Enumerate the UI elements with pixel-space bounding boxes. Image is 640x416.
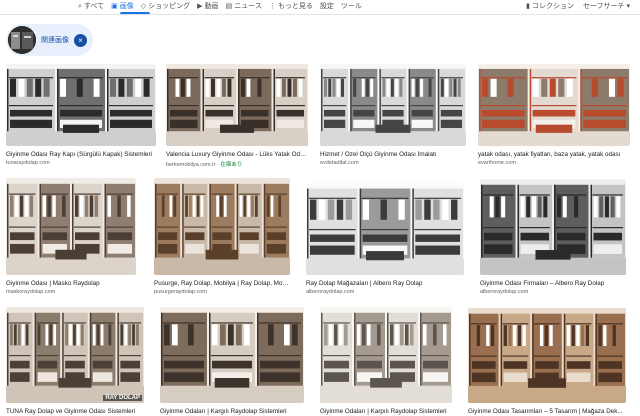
result-caption[interactable]: Giyinme Odası Firmaları – Albero Ray Dol… xyxy=(480,280,626,287)
tab-6[interactable]: 設定 xyxy=(320,1,334,11)
result-watermark: RAY DOLAP xyxy=(103,395,142,401)
result-source: berkemobilya.com.tr · 在庫あり xyxy=(166,160,308,168)
tab-5[interactable]: ⋮ もっと見る xyxy=(269,1,313,11)
result-source-domain: alberoraydolap.com xyxy=(480,289,529,295)
chip-label: 関連画像 xyxy=(41,37,69,44)
safesearch-toggle[interactable]: セーフサーチ ▾ xyxy=(583,1,630,11)
result-thumbnail[interactable] xyxy=(320,64,466,146)
tab-0[interactable]: ⌕ すべて xyxy=(78,1,104,11)
related-images-chip[interactable]: 関連画像 × xyxy=(6,24,93,56)
image-search-page: ⌕ すべて ▣ 画像 ◇ ショッピング ▶ 動画 ▤ ニュース ⋮ もっと見る 設定 ツール ▮ コレクシ… xyxy=(0,0,640,416)
result-thumbnail[interactable]: RAY DOLAP xyxy=(6,307,144,403)
result-caption[interactable]: Giyinme Odası Ray Kapı (Sürgülü Kapak) S… xyxy=(6,151,156,158)
result-thumbnail[interactable] xyxy=(306,183,464,275)
image-result[interactable]: yatak odası, yatak fiyatları, baza yatak… xyxy=(478,64,630,168)
result-caption[interactable]: Giyinme Odası | Masko Raydolap xyxy=(6,280,136,287)
image-result[interactable]: Giyinme Odası Tasarımları – 5 Tasarım | … xyxy=(468,308,626,416)
result-thumbnail[interactable] xyxy=(6,64,156,146)
image-result[interactable]: Giyinme Odası | Masko Raydolap maskoraydo… xyxy=(6,178,136,297)
result-caption[interactable]: Ray Dolap Mağazaları | Albero Ray Dolap xyxy=(306,280,464,287)
result-thumbnail[interactable] xyxy=(480,179,626,275)
result-source: pusurgeraydolap.com xyxy=(154,289,290,295)
result-thumbnail[interactable] xyxy=(468,308,626,403)
result-caption[interactable]: Hizmet / Özel Ölçü Giyinme Odası İmalatı xyxy=(320,151,466,158)
image-result[interactable]: RAY DOLAP TUNA Ray Dolap ve Giyinme Odası… xyxy=(6,307,144,416)
tab-label: 動画 xyxy=(204,3,219,10)
result-source: maskoraydolap.com xyxy=(6,289,136,295)
top-nav: ⌕ すべて ▣ 画像 ◇ ショッピング ▶ 動画 ▤ ニュース ⋮ もっと見る 設定 ツール ▮ コレクシ… xyxy=(0,0,640,14)
result-caption[interactable]: yatak odası, yatak fiyatları, baza yatak… xyxy=(478,151,630,158)
image-icon: ▣ xyxy=(111,2,118,10)
result-source-domain: pusurgeraydolap.com xyxy=(154,289,207,295)
result-source-domain: berkemobilya.com.tr xyxy=(166,162,216,168)
tab-1[interactable]: ▣ 画像 xyxy=(111,1,134,11)
image-result[interactable]: Hizmet / Özel Ölçü Giyinme Odası İmalatı… xyxy=(320,64,466,168)
tab-label: ツール xyxy=(340,3,362,10)
search-icon: ⌕ xyxy=(78,2,82,10)
result-source: evarthome.com xyxy=(478,160,630,166)
tab-label: ショッピング xyxy=(148,3,191,10)
collections-link[interactable]: ▮ コレクション xyxy=(526,1,574,11)
tag-icon: ◇ xyxy=(140,2,147,10)
result-thumbnail[interactable] xyxy=(166,64,308,146)
tab-label: すべて xyxy=(83,3,105,10)
tab-label: 画像 xyxy=(119,3,134,10)
tab-4[interactable]: ▤ ニュース xyxy=(226,1,262,11)
image-result[interactable]: Giyinme Odaları | Karpılı Raydolap Siste… xyxy=(320,307,452,416)
image-result[interactable]: Valencia Luxury Giyinme Odası - Lüks Yat… xyxy=(166,64,308,168)
chip-thumbnail xyxy=(8,26,36,54)
stock-badge: 在庫あり xyxy=(220,162,243,168)
result-thumbnail[interactable] xyxy=(154,178,290,275)
nav-right: ▮ コレクション セーフサーチ ▾ xyxy=(526,1,630,11)
close-icon[interactable]: × xyxy=(74,33,87,47)
image-result[interactable]: Pusurge, Ray Dolap, Mobilya | Ray Dolap,… xyxy=(154,178,290,297)
nav-tabs: ⌕ すべて ▣ 画像 ◇ ショッピング ▶ 動画 ▤ ニュース ⋮ もっと見る 設定 ツール xyxy=(78,1,362,11)
result-thumbnail[interactable] xyxy=(160,307,304,403)
result-caption[interactable]: Giyinme Odaları | Karpılı Raydolap Siste… xyxy=(320,408,452,415)
news-icon: ▤ xyxy=(225,2,233,10)
result-thumbnail[interactable] xyxy=(320,307,452,403)
tab-7[interactable]: ツール xyxy=(341,1,362,11)
result-caption[interactable]: Valencia Luxury Giyinme Odası - Lüks Yat… xyxy=(166,151,308,158)
more-icon: ⋮ xyxy=(268,2,276,10)
tab-label: ニュース xyxy=(234,3,262,10)
result-source-domain: maskoraydolap.com xyxy=(6,289,56,295)
image-result[interactable]: Giyinme Odası Ray Kapı (Sürgülü Kapak) S… xyxy=(6,64,156,168)
image-result[interactable]: Giyinme Odaları | Kargılı Raydolap Siste… xyxy=(160,307,304,416)
result-caption[interactable]: TUNA Ray Dolap ve Giyinme Odası Sistemle… xyxy=(6,408,144,415)
result-caption[interactable]: Giyinme Odaları | Kargılı Raydolap Siste… xyxy=(160,408,304,415)
result-source-domain: tunaraydolap.com xyxy=(6,160,50,166)
video-icon: ▶ xyxy=(197,2,203,10)
result-source: alberoraydolap.com xyxy=(480,289,626,295)
result-source: alberoraydolap.com xyxy=(306,289,464,295)
tab-2[interactable]: ◇ ショッピング xyxy=(141,1,190,11)
nav-divider xyxy=(0,14,640,15)
image-result[interactable]: Ray Dolap Mağazaları | Albero Ray Dolap a… xyxy=(306,183,464,297)
result-thumbnail[interactable] xyxy=(478,64,630,146)
result-caption[interactable]: Giyinme Odası Tasarımları – 5 Tasarım | … xyxy=(468,408,626,415)
result-source-domain: alberoraydolap.com xyxy=(306,289,355,295)
result-thumbnail[interactable] xyxy=(6,178,136,275)
result-source-domain: evdetadilat.com xyxy=(320,160,359,166)
result-source-domain: evarthome.com xyxy=(478,160,516,166)
tab-3[interactable]: ▶ 動画 xyxy=(197,1,218,11)
image-result[interactable]: Giyinme Odası Firmaları – Albero Ray Dol… xyxy=(480,179,626,297)
result-caption[interactable]: Pusurge, Ray Dolap, Mobilya | Ray Dolap,… xyxy=(154,280,290,287)
tab-label: 設定 xyxy=(319,3,334,10)
result-source: tunaraydolap.com xyxy=(6,160,156,166)
result-source: evdetadilat.com xyxy=(320,160,466,166)
tab-label: もっと見る xyxy=(277,3,313,10)
